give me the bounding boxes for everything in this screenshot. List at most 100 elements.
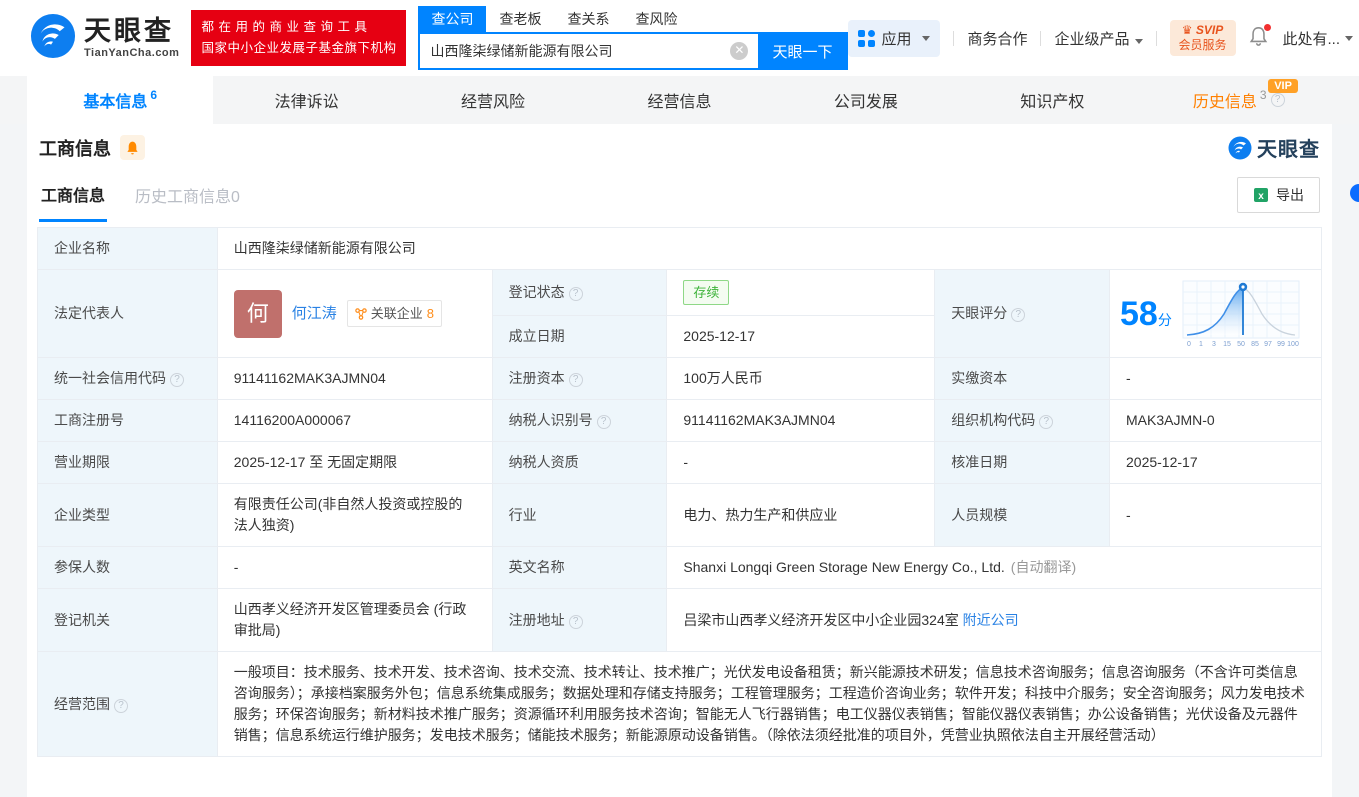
chevron-down-icon	[1345, 35, 1354, 41]
nav-enterprise-products[interactable]: 企业级产品	[1054, 28, 1143, 49]
monitor-bell-icon[interactable]	[120, 135, 145, 160]
help-icon[interactable]: ?	[1039, 415, 1054, 429]
approval-date-value: 2025-12-17	[1109, 441, 1322, 484]
subtab-business-info[interactable]: 工商信息	[39, 169, 108, 222]
field-label: 企业名称	[37, 227, 218, 270]
help-icon[interactable]: ?	[170, 373, 184, 387]
field-label: 注册地址?	[491, 588, 668, 652]
score-value: 58	[1120, 294, 1158, 333]
help-icon[interactable]: ?	[596, 415, 611, 429]
excel-icon: x	[1254, 188, 1268, 202]
tianyancha-logo-icon	[30, 13, 76, 64]
clear-search-icon[interactable]: ✕	[730, 42, 749, 60]
vip-badge: VIP	[1268, 79, 1298, 93]
avatar[interactable]: 何	[233, 289, 282, 338]
chevron-down-icon	[1134, 38, 1143, 44]
chevron-down-icon	[922, 35, 931, 41]
reg-address-value: 吕梁市山西孝义经济开发区中小企业园324室 附近公司	[666, 588, 1322, 652]
field-label: 人员规模	[934, 483, 1110, 547]
user-menu[interactable]: 此处有...	[1283, 28, 1354, 49]
field-label: 英文名称	[491, 546, 668, 589]
help-icon[interactable]: ?	[1270, 93, 1285, 107]
svg-text:97: 97	[1264, 341, 1272, 348]
help-icon[interactable]: ?	[568, 373, 583, 387]
tab-operating-info[interactable]: 经营信息	[586, 76, 772, 124]
subtab-history-business-info[interactable]: 历史工商信息0	[133, 170, 242, 220]
nearby-companies-link[interactable]: 附近公司	[963, 612, 1019, 628]
apps-grid-icon	[858, 29, 876, 47]
tab-basic-info[interactable]: 基本信息 6	[27, 76, 214, 124]
crown-icon: ♛	[1181, 23, 1193, 37]
score-distribution-chart: 0 1 3 15 50 85 97 99 100	[1182, 280, 1300, 348]
svg-text:15: 15	[1223, 341, 1231, 348]
help-icon[interactable]: ?	[114, 698, 128, 713]
search-tab-risk[interactable]: 查风险	[622, 6, 690, 32]
status-badge: 存续	[683, 280, 730, 305]
search-tab-relation[interactable]: 查关系	[554, 6, 622, 32]
help-icon[interactable]: ?	[568, 614, 583, 629]
field-label: 统一社会信用代码?	[37, 357, 218, 400]
field-label: 注册资本?	[491, 357, 668, 400]
field-label: 天眼评分?	[934, 269, 1110, 358]
tax-qualification-value: -	[666, 441, 936, 484]
field-label: 实缴资本	[934, 357, 1110, 400]
search-box: ✕ 天眼一下	[418, 32, 849, 70]
table-row: 统一社会信用代码? 91141162MAK3AJMN04 注册资本? 100万人…	[37, 357, 1322, 400]
side-float-button[interactable]	[1350, 184, 1359, 202]
credit-code-value: 91141162MAK3AJMN04	[216, 357, 493, 400]
table-row: 营业期限 2025-12-17 至 无固定期限 纳税人资质 - 核准日期 202…	[37, 441, 1322, 484]
svg-text:50: 50	[1237, 341, 1245, 348]
svg-text:100: 100	[1287, 341, 1299, 348]
subtab-row: 工商信息 历史工商信息0 x 导出	[37, 169, 1322, 222]
business-scope-value: 一般项目：技术服务、技术开发、技术咨询、技术交流、技术转让、技术推广；光伏发电设…	[216, 651, 1323, 757]
svg-text:0: 0	[1187, 341, 1191, 348]
help-icon[interactable]: ?	[1011, 308, 1026, 322]
watermark-logo: 天眼查	[1228, 133, 1320, 162]
tianyancha-logo[interactable]: 天眼查 TianYanCha.com	[30, 13, 179, 64]
apps-menu[interactable]: 应用	[848, 19, 941, 57]
section-title: 工商信息	[39, 138, 111, 159]
export-button[interactable]: x 导出	[1237, 177, 1320, 213]
svip-member-badge[interactable]: ♛ SVIP 会员服务	[1169, 20, 1236, 56]
related-companies-badge[interactable]: 关联企业 8	[346, 300, 443, 327]
field-label: 行业	[491, 483, 668, 547]
top-header: 天眼查 TianYanCha.com 都在用的商业查询工具 国家中小企业发展子基…	[0, 0, 1359, 76]
brand-name: 天眼查	[84, 16, 174, 47]
search-button[interactable]: 天眼一下	[758, 34, 847, 68]
tianyan-score: 58分 0 1 3 15 50 85 97 99 100	[1120, 278, 1311, 350]
network-icon	[355, 307, 367, 320]
org-code-value: MAK3AJMN-0	[1109, 399, 1322, 442]
search-input[interactable]	[420, 34, 721, 68]
svg-text:3: 3	[1212, 341, 1216, 348]
notification-bell-icon[interactable]	[1249, 24, 1271, 50]
legal-rep-link[interactable]: 何江涛	[292, 303, 337, 324]
reg-authority-value: 山西孝义经济开发区管理委员会 (行政审批局)	[216, 588, 493, 652]
notification-dot	[1263, 24, 1271, 31]
brand-slogan: 都在用的商业查询工具 国家中小企业发展子基金旗下机构	[191, 9, 407, 67]
business-info-section: 工商信息 天眼查 工商信息 历史工商信息0 x 导出 企业名称 山西隆柒绿储新能…	[27, 124, 1332, 797]
tab-company-development[interactable]: 公司发展	[773, 76, 959, 124]
company-type-value: 有限责任公司(非自然人投资或控股的法人独资)	[216, 483, 493, 547]
main-tab-band: 基本信息 6 法律诉讼 经营风险 经营信息 公司发展 知识产权 VIP 历史信息 3…	[0, 76, 1359, 124]
header-nav: 应用 商务合作 企业级产品 ♛ SVIP 会员服务 此处有...	[848, 19, 1354, 57]
brand-domain: TianYanCha.com	[84, 46, 180, 59]
field-label: 登记机关	[37, 588, 218, 652]
svg-text:85: 85	[1251, 341, 1259, 348]
tab-history-info[interactable]: VIP 历史信息 3?	[1146, 76, 1332, 124]
help-icon[interactable]: ?	[568, 287, 583, 301]
search-tab-company[interactable]: 查公司	[418, 6, 487, 32]
tax-id-value: 91141162MAK3AJMN04	[666, 399, 936, 442]
tab-legal-proceedings[interactable]: 法律诉讼	[213, 76, 399, 124]
field-label: 组织机构代码?	[934, 399, 1110, 442]
english-name-value: Shanxi Longqi Green Storage New Energy C…	[666, 546, 1322, 589]
biz-term-value: 2025-12-17 至 无固定期限	[216, 441, 493, 484]
svg-text:1: 1	[1199, 341, 1203, 348]
search-tabs: 查公司 查老板 查关系 查风险	[418, 6, 848, 32]
field-label: 营业期限	[37, 441, 218, 484]
paid-capital-value: -	[1109, 357, 1322, 400]
nav-business-cooperation[interactable]: 商务合作	[967, 28, 1027, 49]
tab-intellectual-property[interactable]: 知识产权	[959, 76, 1145, 124]
table-row: 企业名称 山西隆柒绿储新能源有限公司	[37, 227, 1323, 270]
tab-operating-risk[interactable]: 经营风险	[400, 76, 586, 124]
search-tab-boss[interactable]: 查老板	[486, 6, 554, 32]
